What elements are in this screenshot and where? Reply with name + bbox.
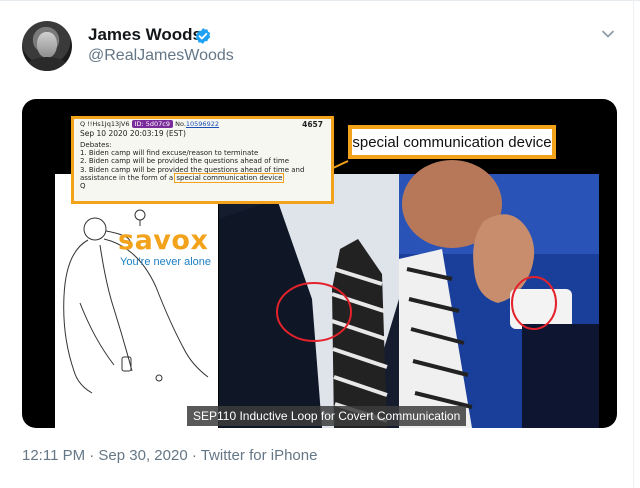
sleeve <box>522 324 599 428</box>
q-post-date: Sep 10 2020 20:03:19 (EST) <box>80 129 186 138</box>
q-post-line: 1. Biden camp will find excuse/reason to… <box>80 149 259 158</box>
avatar-shoulders <box>26 57 68 71</box>
right-divider <box>633 0 634 488</box>
q-post-tripcode: Q !!Hs1Jq13jV6 <box>80 120 130 128</box>
brand-tagline: You're never alone <box>120 256 211 268</box>
author-name[interactable]: James Woods <box>88 25 202 45</box>
brand-logo-text: savox <box>118 225 209 256</box>
q-post-line-prefix: assistance in the form of a <box>80 173 176 182</box>
q-post-header: Q !!Hs1Jq13jV6 ID: 5d07c9 No.10596922 <box>80 120 219 128</box>
q-post-line: 3. Biden camp will be provided the quest… <box>80 165 305 174</box>
callout-label: special communication device <box>348 125 556 159</box>
verified-badge-icon <box>195 28 211 44</box>
avatar[interactable] <box>22 21 72 71</box>
author-handle[interactable]: @RealJamesWoods <box>88 47 234 65</box>
q-post-no-label: No. <box>175 120 186 128</box>
q-post-link: 10596922 <box>185 120 219 128</box>
q-post-line: assistance in the form of a special comm… <box>80 172 304 183</box>
q-post-number: 4657 <box>302 120 323 129</box>
image-caption: SEP110 Inductive Loop for Covert Communi… <box>187 406 467 426</box>
q-post-line: Debates: <box>80 141 112 149</box>
q-post-body: Debates: 1. Biden camp will find excuse/… <box>80 141 304 190</box>
chevron-down-icon[interactable] <box>601 27 615 41</box>
q-post-line: 2. Biden camp will be provided the quest… <box>80 157 290 166</box>
q-post-signature: Q <box>80 182 86 191</box>
avatar-face <box>37 32 57 58</box>
tweet-timestamp[interactable]: 12:11 PM · Sep 30, 2020 · Twitter for iP… <box>22 447 317 464</box>
q-post-screenshot: Q !!Hs1Jq13jV6 ID: 5d07c9 No.10596922 46… <box>71 116 334 204</box>
q-post-id: ID: 5d07c9 <box>131 120 174 128</box>
tweet-media-image[interactable]: Q !!Hs1Jq13jV6 ID: 5d07c9 No.10596922 46… <box>22 99 617 428</box>
top-divider <box>0 0 640 1</box>
q-post-highlight: special communication device <box>174 172 285 183</box>
